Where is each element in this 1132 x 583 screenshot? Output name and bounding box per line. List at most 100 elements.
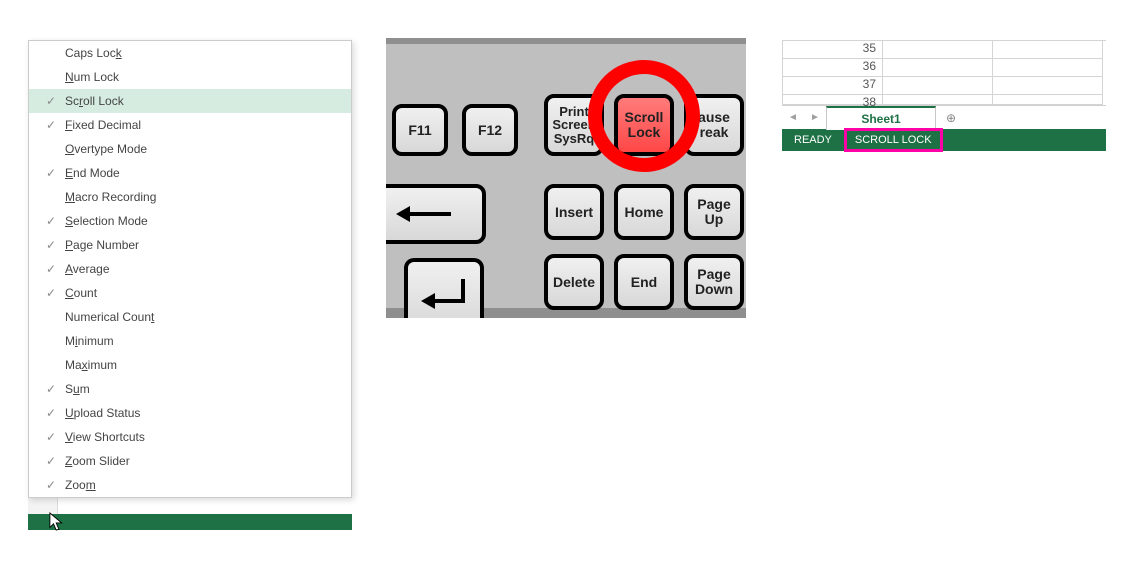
key-label: Delete (553, 275, 595, 290)
check-icon: ✓ (39, 286, 63, 300)
menu-item[interactable]: Caps Lock (29, 41, 351, 65)
row-header[interactable]: 35 (783, 41, 883, 59)
check-icon: ✓ (39, 262, 63, 276)
enter-arrow-icon (419, 275, 469, 315)
nav-prev-icon[interactable]: ◄ (788, 112, 798, 123)
status-bar[interactable]: READY SCROLL LOCK (782, 129, 1106, 151)
key-insert: Insert (544, 184, 604, 240)
check-icon: ✓ (39, 94, 63, 108)
status-ready: READY (782, 134, 844, 146)
menu-item[interactable]: ✓Scroll Lock (29, 89, 351, 113)
key-label: Insert (555, 205, 593, 220)
menu-item-label: Count (63, 286, 97, 300)
menu-item-label: View Shortcuts (63, 430, 145, 444)
key-page-down: Page Down (684, 254, 744, 310)
cell[interactable] (993, 95, 1103, 105)
check-icon: ✓ (39, 214, 63, 228)
cell[interactable] (883, 95, 993, 105)
cell[interactable] (993, 41, 1103, 59)
menu-item-label: Scroll Lock (63, 94, 124, 108)
sheet-tab-active[interactable]: Sheet1 (826, 106, 936, 130)
menu-item-label: Maximum (63, 358, 117, 372)
menu-item[interactable]: Numerical Count (29, 305, 351, 329)
menu-item[interactable]: Macro Recording (29, 185, 351, 209)
menu-item[interactable]: ✓Fixed Decimal (29, 113, 351, 137)
menu-item[interactable]: Num Lock (29, 65, 351, 89)
key-label: Down (695, 282, 733, 297)
menu-item[interactable]: ✓Upload Status (29, 401, 351, 425)
cell[interactable] (883, 41, 993, 59)
key-label: reak (700, 125, 729, 140)
key-label: SysRq (554, 132, 594, 146)
menu-item-label: Macro Recording (63, 190, 156, 204)
cell[interactable] (883, 77, 993, 95)
key-label: Up (705, 212, 724, 227)
sheet-tab-bar: ◄ ► Sheet1 ⊕ (782, 105, 1106, 129)
menu-item[interactable]: ✓Sum (29, 377, 351, 401)
menu-item[interactable]: Minimum (29, 329, 351, 353)
menu-item[interactable]: Overtype Mode (29, 137, 351, 161)
arrow-left-icon (396, 204, 456, 224)
worksheet-grid[interactable]: 35363738 (782, 40, 1106, 105)
key-f11: F11 (392, 104, 448, 156)
menu-item[interactable]: ✓Zoom (29, 473, 351, 497)
cell[interactable] (993, 77, 1103, 95)
menu-item[interactable]: ✓Selection Mode (29, 209, 351, 233)
sheet-tab-label: Sheet1 (861, 112, 900, 126)
menu-item-label: Overtype Mode (63, 142, 147, 156)
cell[interactable] (993, 59, 1103, 77)
menu-item-label: Sum (63, 382, 90, 396)
menu-item[interactable]: ✓Page Number (29, 233, 351, 257)
menu-item[interactable]: ✓View Shortcuts (29, 425, 351, 449)
key-delete: Delete (544, 254, 604, 310)
menu-item-label: Caps Lock (63, 46, 122, 60)
check-icon: ✓ (39, 478, 63, 492)
menu-item-label: Num Lock (63, 70, 119, 84)
menu-item-label: Minimum (63, 334, 114, 348)
key-home: Home (614, 184, 674, 240)
key-label: F12 (478, 123, 502, 138)
key-backspace (386, 184, 486, 244)
sheet-nav[interactable]: ◄ ► (782, 112, 826, 123)
menu-item[interactable]: Maximum (29, 353, 351, 377)
menu-item-label: Fixed Decimal (63, 118, 141, 132)
key-label: Page (697, 197, 730, 212)
table-row[interactable]: 36 (783, 59, 1106, 77)
keyboard-illustration: F11 F12 Print Screen SysRq Scroll Lock a… (386, 38, 746, 318)
menu-item[interactable]: ✓Average (29, 257, 351, 281)
menu-item[interactable]: ✓Count (29, 281, 351, 305)
menu-item[interactable]: ✓End Mode (29, 161, 351, 185)
cell[interactable] (883, 59, 993, 77)
status-bar-left[interactable] (28, 514, 352, 530)
check-icon: ✓ (39, 454, 63, 468)
key-label: Print (559, 105, 589, 119)
menu-item-label: Selection Mode (63, 214, 148, 228)
plus-circle-icon: ⊕ (946, 111, 956, 125)
status-scroll-lock: SCROLL LOCK (844, 128, 943, 152)
menu-item-label: Zoom (63, 478, 96, 492)
key-label: Home (625, 205, 664, 220)
table-row[interactable]: 38 (783, 95, 1106, 105)
key-label: F11 (408, 123, 431, 138)
nav-next-icon[interactable]: ► (810, 112, 820, 123)
check-icon: ✓ (39, 382, 63, 396)
excel-window-slice: 35363738 ◄ ► Sheet1 ⊕ READY SCROLL LOCK (782, 40, 1106, 151)
check-icon: ✓ (39, 118, 63, 132)
add-sheet-button[interactable]: ⊕ (936, 111, 966, 125)
menu-item-label: Page Number (63, 238, 139, 252)
row-header[interactable]: 38 (783, 95, 883, 105)
check-icon: ✓ (39, 406, 63, 420)
row-header[interactable]: 36 (783, 59, 883, 77)
table-row[interactable]: 37 (783, 77, 1106, 95)
menu-item[interactable]: ✓Zoom Slider (29, 449, 351, 473)
key-page-up: Page Up (684, 184, 744, 240)
key-label: End (631, 275, 657, 290)
menu-item-label: End Mode (63, 166, 120, 180)
highlight-ring-icon (588, 60, 700, 172)
table-row[interactable]: 35 (783, 41, 1106, 59)
row-header[interactable]: 37 (783, 77, 883, 95)
menu-item-label: Upload Status (63, 406, 140, 420)
menu-item-label: Numerical Count (63, 310, 154, 324)
check-icon: ✓ (39, 238, 63, 252)
key-f12: F12 (462, 104, 518, 156)
